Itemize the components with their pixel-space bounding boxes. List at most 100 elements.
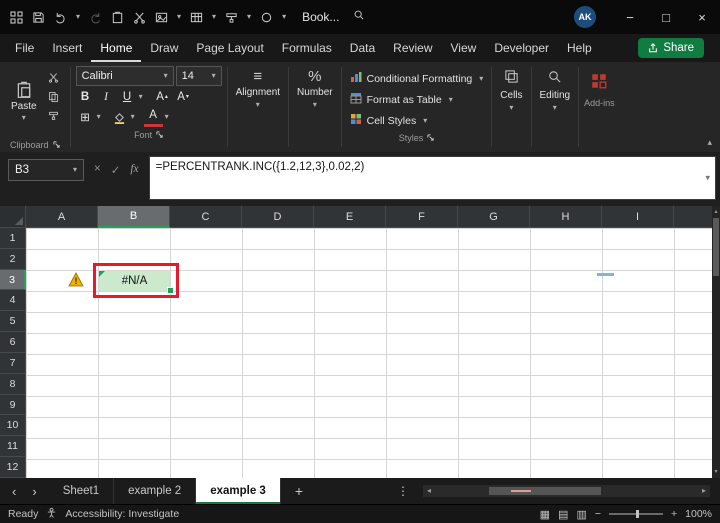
painter-dropdown-icon[interactable]: ▾	[247, 13, 251, 21]
avatar[interactable]: AK	[574, 6, 596, 28]
share-button[interactable]: Share	[638, 38, 704, 58]
row-header-5[interactable]: 5	[0, 311, 26, 333]
undo-dropdown-icon[interactable]: ▾	[76, 13, 80, 21]
app-menu-icon[interactable]	[10, 10, 23, 24]
insert-function-icon[interactable]: fx	[130, 163, 138, 175]
select-all-corner[interactable]	[0, 206, 26, 228]
italic-button[interactable]: I	[97, 88, 116, 105]
format-as-table-button[interactable]: Format as Table ▾	[347, 90, 487, 109]
row-header-3[interactable]: 3	[0, 269, 26, 291]
column-header-e[interactable]: E	[314, 206, 386, 228]
undo-icon[interactable]	[54, 11, 67, 24]
format-painter-button[interactable]	[45, 107, 63, 123]
bold-button[interactable]: B	[76, 88, 95, 105]
font-color-button[interactable]: A	[143, 107, 163, 127]
column-header-i[interactable]: I	[602, 206, 674, 228]
expand-formula-bar-icon[interactable]: ▾	[705, 173, 710, 184]
column-header-f[interactable]: F	[386, 206, 458, 228]
underline-dropdown-icon[interactable]: ▾	[139, 92, 143, 101]
underline-button[interactable]: U	[118, 88, 137, 105]
qat-customize-icon[interactable]: ▾	[282, 13, 286, 21]
cancel-entry-icon[interactable]: ×	[94, 163, 101, 175]
font-name-select[interactable]: Calibri ▾	[75, 66, 174, 86]
row-header-8[interactable]: 8	[0, 373, 26, 395]
scroll-up-icon[interactable]: ▴	[712, 208, 720, 216]
error-warning-icon[interactable]: !	[68, 272, 84, 292]
formula-input[interactable]: =PERCENTRANK.INC({1.2,12,3},0.02,2) ▾	[148, 156, 716, 200]
conditional-formatting-button[interactable]: Conditional Formatting ▾	[347, 69, 487, 88]
number-group-button[interactable]: % Number ▾	[289, 62, 341, 152]
page-break-view-button[interactable]: ▥	[576, 508, 586, 521]
image-icon[interactable]	[155, 11, 168, 24]
horizontal-scroll-thumb[interactable]	[489, 487, 602, 495]
next-sheet-icon[interactable]: ›	[32, 484, 36, 499]
table-dropdown-icon[interactable]: ▾	[212, 13, 216, 21]
addins-button[interactable]	[584, 66, 615, 95]
tab-draw[interactable]: Draw	[141, 34, 187, 62]
tab-file[interactable]: File	[6, 34, 43, 62]
column-header-g[interactable]: G	[458, 206, 530, 228]
borders-dropdown-icon[interactable]: ▾	[97, 113, 101, 121]
fill-color-dropdown-icon[interactable]: ▾	[131, 113, 135, 121]
tab-home[interactable]: Home	[91, 34, 141, 62]
collapse-ribbon-icon[interactable]: ▴	[707, 137, 712, 148]
name-box[interactable]: B3 ▾	[8, 159, 84, 181]
horizontal-scrollbar[interactable]: ◂ ▸	[423, 485, 710, 497]
sheet-tab-sheet1[interactable]: Sheet1	[49, 478, 115, 504]
editing-group-button[interactable]: Editing ▾	[532, 62, 579, 152]
row-header-11[interactable]: 11	[0, 436, 26, 458]
row-header-9[interactable]: 9	[0, 394, 26, 416]
table-icon[interactable]	[190, 11, 203, 24]
cut-button[interactable]	[45, 69, 63, 85]
styles-dialog-launcher-icon[interactable]	[427, 133, 434, 143]
clipboard-dialog-launcher-icon[interactable]	[52, 140, 60, 150]
image-dropdown-icon[interactable]: ▾	[177, 13, 181, 21]
alignment-group-button[interactable]: ≡ Alignment ▾	[228, 62, 288, 152]
paste-button[interactable]: Paste ▾	[5, 66, 43, 137]
borders-button[interactable]: ⊞	[76, 109, 95, 126]
redo-icon[interactable]	[89, 11, 102, 24]
sheet-tab-example2[interactable]: example 2	[114, 478, 197, 504]
clipboard-icon[interactable]	[111, 11, 124, 24]
tab-help[interactable]: Help	[558, 34, 601, 62]
row-header-1[interactable]: 1	[0, 228, 26, 249]
zoom-out-button[interactable]: −	[595, 508, 601, 520]
zoom-level[interactable]: 100%	[685, 508, 712, 520]
row-header-12[interactable]: 12	[0, 457, 26, 478]
tab-view[interactable]: View	[442, 34, 486, 62]
tab-data[interactable]: Data	[341, 34, 384, 62]
tab-insert[interactable]: Insert	[43, 34, 91, 62]
shrink-font-button[interactable]: A ▾	[174, 88, 193, 105]
cell-styles-button[interactable]: Cell Styles ▾	[347, 111, 487, 130]
sheet-tab-example3[interactable]: example 3	[196, 478, 281, 504]
format-painter-icon[interactable]	[225, 11, 238, 24]
row-header-7[interactable]: 7	[0, 352, 26, 374]
row-header-10[interactable]: 10	[0, 415, 26, 437]
accessibility-status[interactable]: Accessibility: Investigate	[65, 508, 179, 520]
column-header-d[interactable]: D	[242, 206, 314, 228]
column-header-b[interactable]: B	[98, 206, 170, 228]
font-dialog-launcher-icon[interactable]	[156, 130, 163, 140]
search-icon[interactable]	[353, 8, 365, 26]
column-header-c[interactable]: C	[170, 206, 242, 228]
close-button[interactable]: ×	[684, 0, 720, 34]
scroll-right-icon[interactable]: ▸	[702, 487, 706, 495]
vertical-scroll-thumb[interactable]	[713, 218, 719, 276]
vertical-scrollbar[interactable]: ▴ ▾	[712, 206, 720, 478]
tab-developer[interactable]: Developer	[485, 34, 558, 62]
fill-color-button[interactable]	[110, 109, 129, 126]
cells-group-button[interactable]: Cells ▾	[492, 62, 530, 152]
column-header-a[interactable]: A	[26, 206, 98, 228]
prev-sheet-icon[interactable]: ‹	[12, 484, 16, 499]
font-color-dropdown-icon[interactable]: ▾	[165, 113, 169, 121]
new-sheet-button[interactable]: +	[281, 478, 317, 504]
zoom-slider[interactable]	[609, 510, 663, 518]
enter-entry-icon[interactable]: ✓	[111, 163, 121, 177]
tab-options-icon[interactable]: ⋮	[387, 478, 419, 504]
font-size-select[interactable]: 14 ▾	[175, 66, 222, 86]
tab-formulas[interactable]: Formulas	[273, 34, 341, 62]
scroll-left-icon[interactable]: ◂	[427, 487, 431, 495]
row-header-4[interactable]: 4	[0, 290, 26, 312]
zoom-in-button[interactable]: +	[671, 508, 677, 520]
scroll-down-icon[interactable]: ▾	[712, 468, 720, 476]
